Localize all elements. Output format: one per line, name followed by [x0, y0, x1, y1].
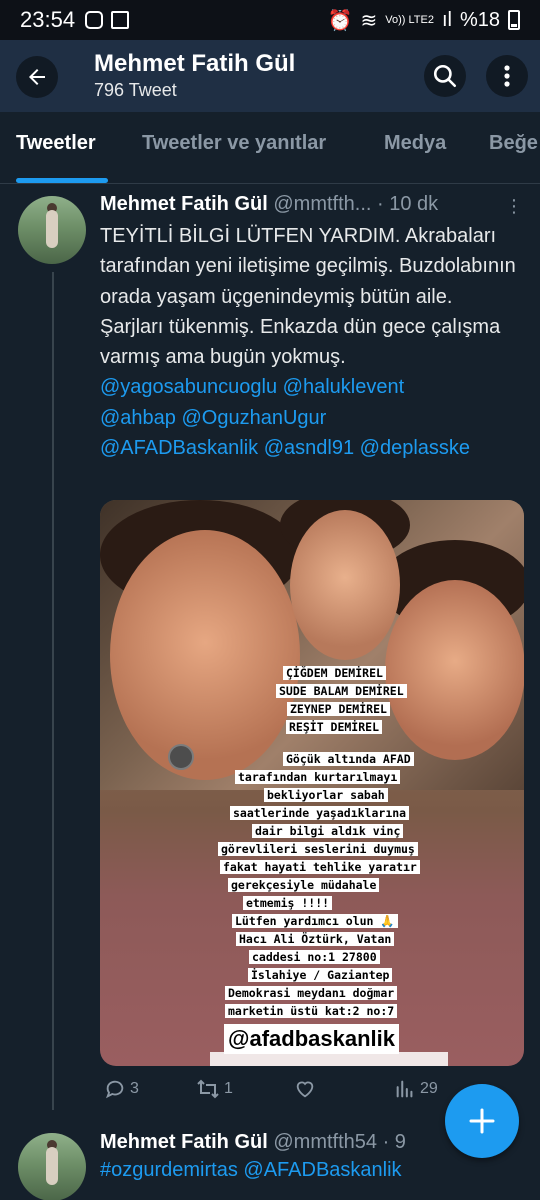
- back-arrow-icon: [29, 69, 45, 85]
- photo-face: [385, 580, 524, 760]
- image-caption-line: marketin üstü kat:2 no:7: [225, 1004, 398, 1018]
- tweet-author-name[interactable]: Mehmet Fatih Gül: [100, 1131, 268, 1153]
- tweet-text[interactable]: #ozgurdemirtas @AFADBaskanlik: [100, 1159, 402, 1182]
- retweet-count: 1: [224, 1080, 233, 1097]
- tab-media[interactable]: Medya: [384, 132, 446, 155]
- search-icon: [433, 64, 457, 88]
- photo-face: [290, 510, 400, 660]
- image-caption-line: gerekçesiyle müdahale: [228, 878, 380, 892]
- reply-button[interactable]: 3: [104, 1078, 139, 1100]
- tweet-menu-button[interactable]: ⋮: [505, 196, 523, 217]
- tweet-author-handle[interactable]: @mmtfth...: [273, 193, 371, 215]
- heart-icon: [296, 1081, 314, 1098]
- image-caption-line: caddesi no:1 27800: [249, 950, 380, 964]
- image-caption-line: Göçük altında AFAD: [283, 752, 414, 766]
- user-icon: [168, 744, 194, 770]
- like-button[interactable]: [294, 1078, 320, 1100]
- more-vertical-icon: [504, 65, 510, 87]
- tweet-body: TEYİTLİ BİLGİ LÜTFEN YARDIM. Akrabaları …: [100, 225, 516, 369]
- photo-face: [110, 530, 300, 780]
- mention-link[interactable]: @AFADBaskanlik: [100, 437, 258, 459]
- avatar-figure: [46, 1147, 58, 1185]
- gallery-icon: [111, 11, 130, 29]
- status-bar: 23:54 ⏰ ≋ Vo)) LTE2 ıl %18: [0, 0, 540, 40]
- views-icon: [396, 1080, 413, 1098]
- tab-tweets-and-replies[interactable]: Tweetler ve yanıtlar: [142, 132, 326, 155]
- image-caption-line: bekliyorlar sabah: [264, 788, 388, 802]
- signal-icon: ıl: [441, 8, 452, 31]
- avatar[interactable]: [18, 1133, 86, 1200]
- reply-count: 3: [130, 1080, 139, 1097]
- wifi-icon: ≋: [360, 9, 378, 32]
- mention-link[interactable]: @ahbap: [100, 407, 176, 429]
- more-options-button[interactable]: [486, 55, 528, 97]
- image-caption-name: SUDE BALAM DEMİREL: [276, 684, 407, 698]
- network-label: Vo)) LTE2: [385, 14, 434, 26]
- plus-icon: [469, 1108, 495, 1134]
- back-button[interactable]: [16, 56, 58, 98]
- mention-link[interactable]: @asndl91: [264, 437, 354, 459]
- avatar-figure: [46, 210, 58, 248]
- tweet-media-image[interactable]: ÇİĞDEM DEMİREL SUDE BALAM DEMİREL ZEYNEP…: [100, 500, 524, 1066]
- image-caption-line: etmemiş !!!!: [243, 896, 333, 910]
- image-caption-line: saatlerinde yaşadıklarına: [230, 806, 410, 820]
- family-photo: [100, 500, 524, 790]
- views-button[interactable]: 29: [394, 1078, 438, 1100]
- tweet-header: Mehmet Fatih Gül @mmtfth... · 10 dk: [100, 193, 438, 216]
- retweet-button[interactable]: 1: [196, 1078, 233, 1100]
- image-caption-name: ÇİĞDEM DEMİREL: [283, 666, 386, 680]
- battery-label: %18: [459, 8, 500, 31]
- alarm-icon: ⏰: [327, 9, 353, 32]
- retweet-icon: [197, 1079, 219, 1099]
- views-count: 29: [420, 1080, 438, 1097]
- image-faded-tag: [210, 1052, 448, 1066]
- tweet-time: · 10 dk: [377, 193, 439, 215]
- instagram-icon: [85, 11, 104, 29]
- image-caption-line: İslahiye / Gaziantep: [248, 968, 393, 982]
- image-caption-line: görevlileri seslerini duymuş: [218, 842, 418, 856]
- active-tab-indicator: [16, 178, 108, 183]
- mention-link[interactable]: @yagosabuncuoglu: [100, 376, 277, 398]
- mention-link[interactable]: @haluklevent: [283, 376, 404, 398]
- reply-icon: [105, 1080, 124, 1099]
- image-caption-line: fakat hayati tehlike yaratır: [220, 860, 420, 874]
- profile-name: Mehmet Fatih Gül: [94, 50, 296, 77]
- tweet-text: TEYİTLİ BİLGİ LÜTFEN YARDIM. Akrabaları …: [100, 221, 520, 463]
- image-mention-tag: @afadbaskanlik: [224, 1024, 399, 1054]
- tweet-count: 796 Tweet: [94, 80, 177, 100]
- tab-likes[interactable]: Beğe: [489, 132, 538, 155]
- battery-icon: [508, 10, 520, 30]
- thread-line: [52, 272, 54, 1110]
- image-caption-line: Demokrasi meydanı doğmar: [225, 986, 398, 1000]
- tweet-time: · 9: [382, 1131, 406, 1153]
- image-caption-line: Lütfen yardımcı olun 🙏: [232, 914, 398, 928]
- mention-link[interactable]: @OguzhanUgur: [181, 407, 326, 429]
- avatar[interactable]: [18, 196, 86, 264]
- compose-tweet-button[interactable]: [445, 1084, 519, 1158]
- status-time: 23:54: [20, 7, 76, 32]
- image-caption-line: dair bilgi aldık vinç: [252, 824, 404, 838]
- image-caption-name: ZEYNEP DEMİREL: [287, 702, 390, 716]
- image-caption-line: tarafından kurtarılmayı: [235, 770, 401, 784]
- tab-tweets[interactable]: Tweetler: [16, 132, 96, 155]
- tweet-header: Mehmet Fatih Gül @mmtfth54 · 9: [100, 1131, 406, 1154]
- profile-header: Mehmet Fatih Gül 796 Tweet: [0, 40, 540, 112]
- search-button[interactable]: [424, 55, 466, 97]
- profile-tabs: Tweetler Tweetler ve yanıtlar Medya Beğe: [0, 112, 540, 184]
- image-caption-name: REŞİT DEMİREL: [286, 720, 383, 734]
- mention-link[interactable]: @deplasske: [360, 437, 470, 459]
- tweet-author-name[interactable]: Mehmet Fatih Gül: [100, 193, 268, 215]
- image-caption-line: Hacı Ali Öztürk, Vatan: [236, 932, 395, 946]
- tweet-author-handle[interactable]: @mmtfth54: [273, 1131, 377, 1153]
